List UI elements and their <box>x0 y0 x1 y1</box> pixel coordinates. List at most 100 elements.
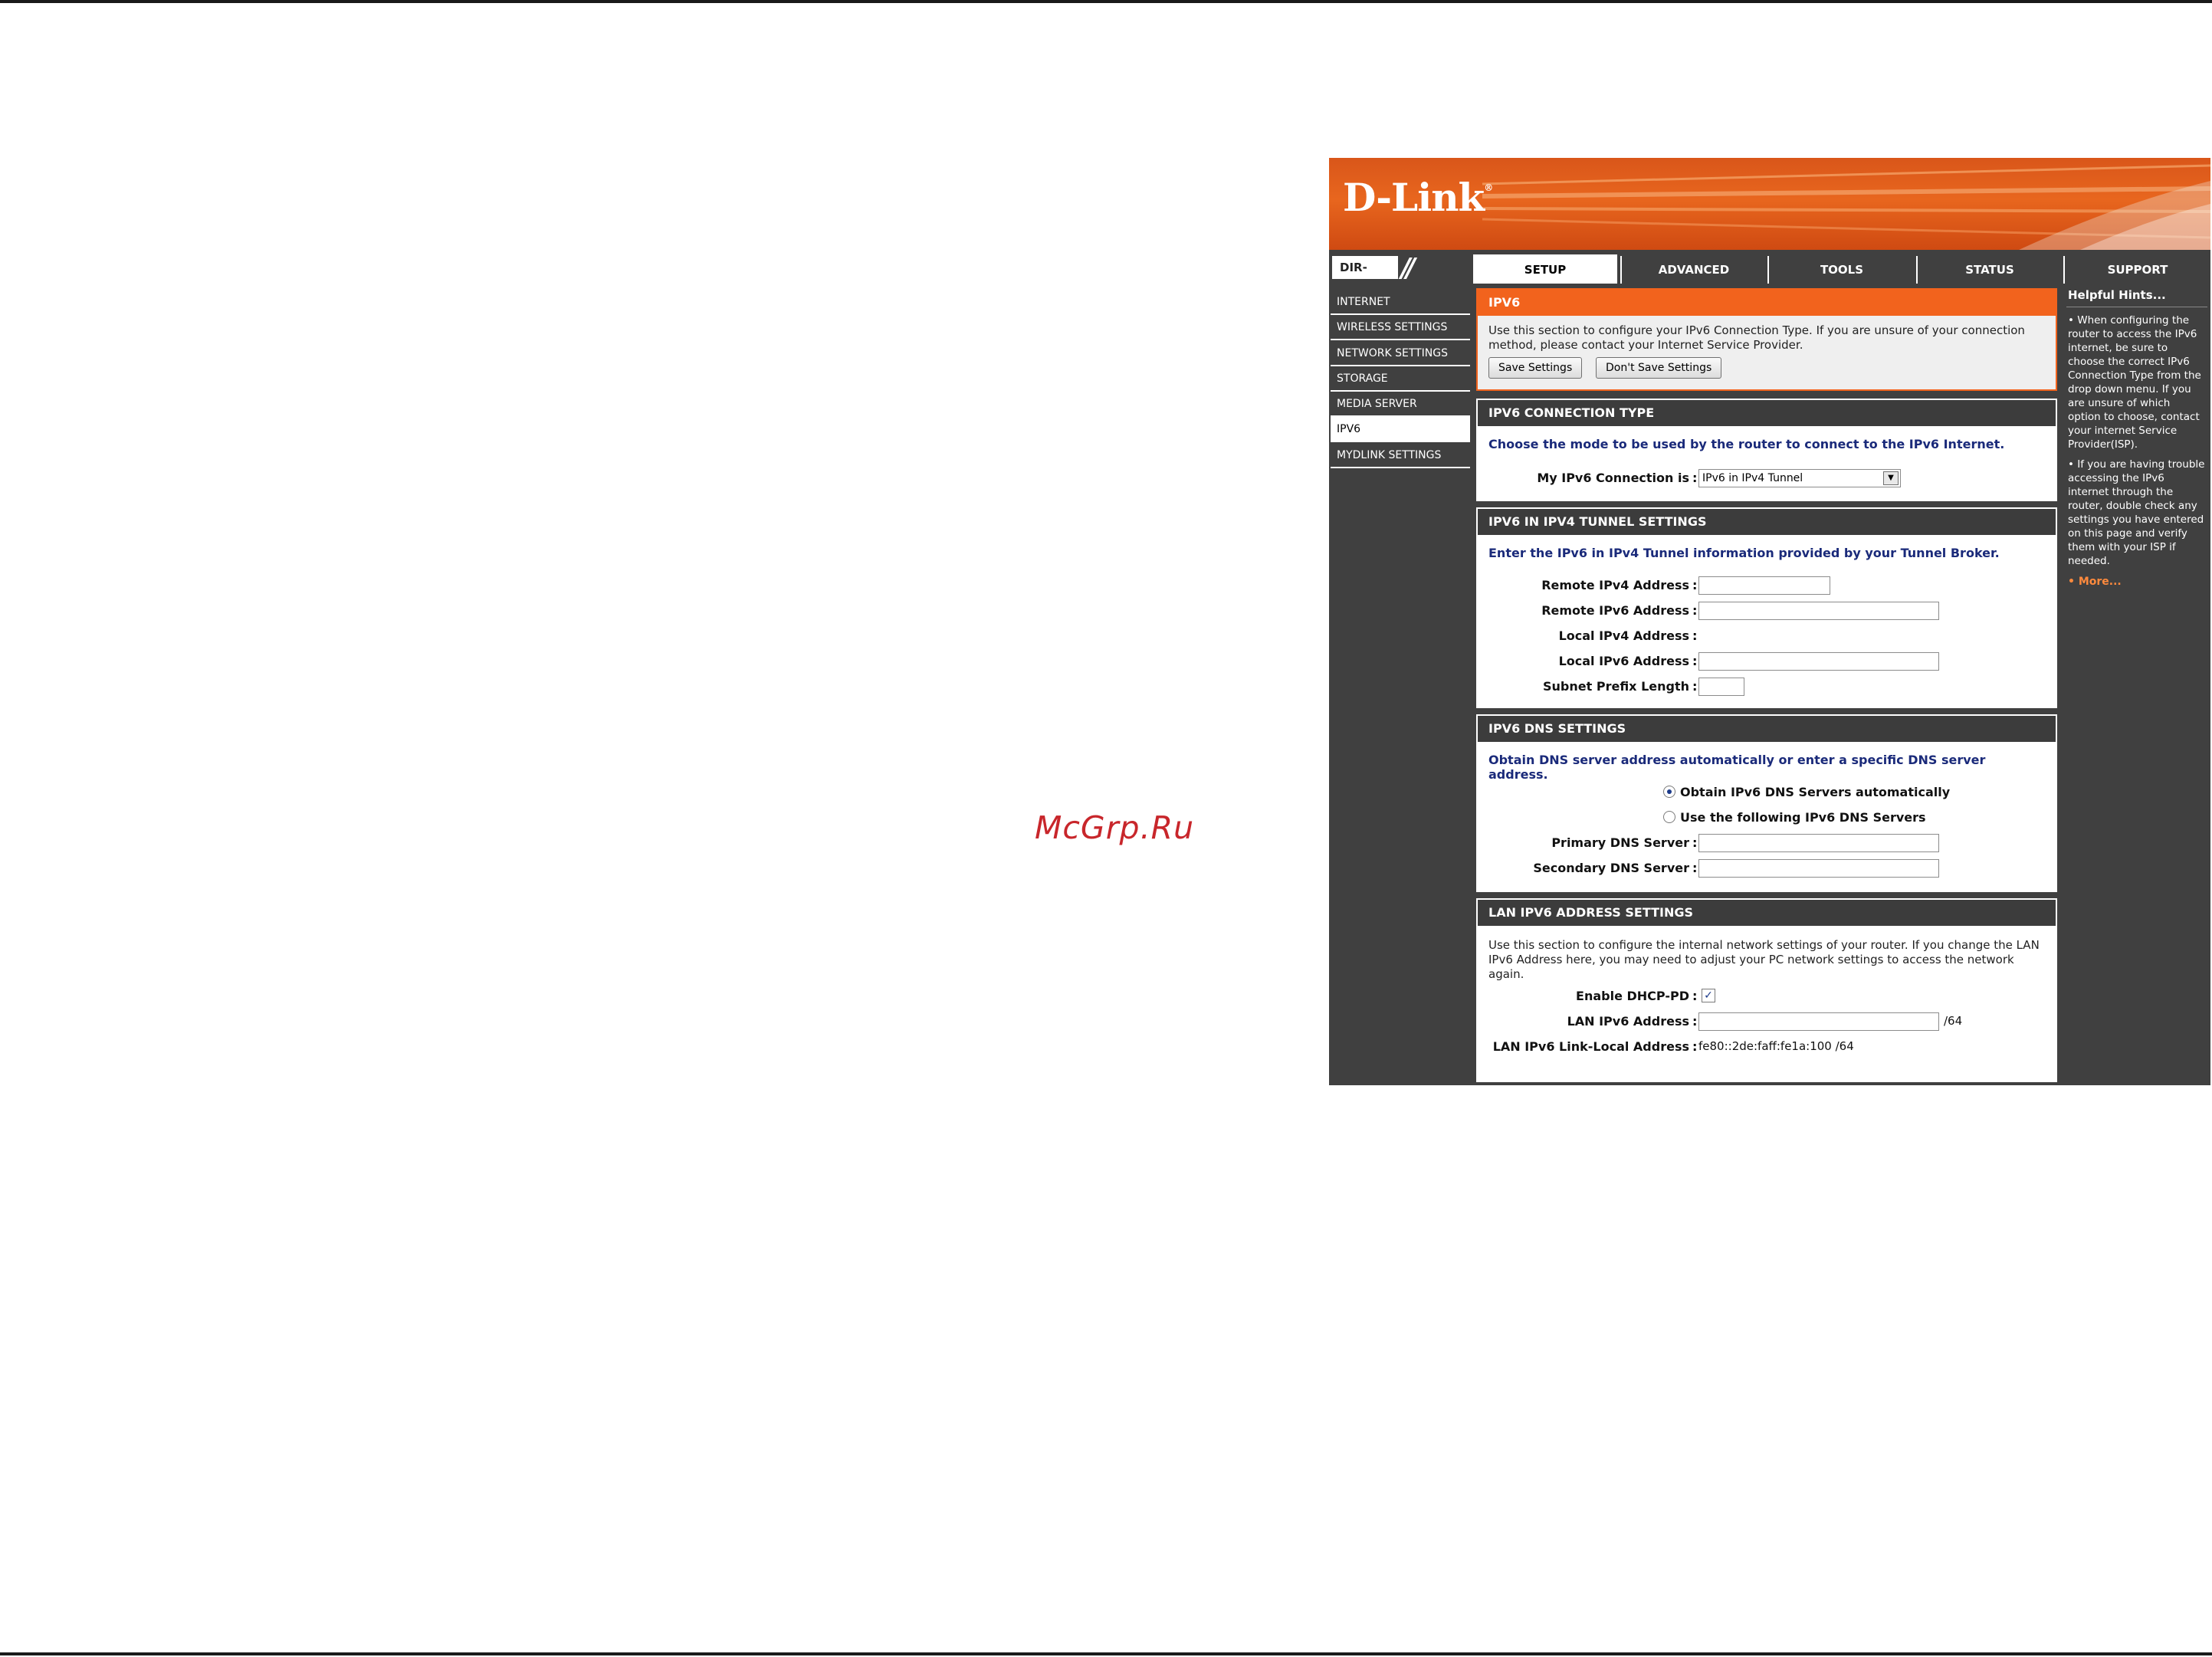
remote-ipv6-label: Remote IPv6 Address <box>1541 603 1689 618</box>
tab-setup[interactable]: SETUP <box>1473 254 1617 284</box>
colon: : <box>1692 861 1698 875</box>
lan-prefix-suffix: /64 <box>1944 1014 1963 1028</box>
connection-row: My IPv6 Connection is : IPv6 in IPv4 Tun… <box>1478 468 2056 487</box>
lan-ipv6-section: LAN IPV6 ADDRESS SETTINGS Use this secti… <box>1476 898 2057 1082</box>
helpful-hints-panel: Helpful Hints... • When configuring the … <box>2063 284 2210 1085</box>
ipv6-intro-section: IPV6 Use this section to configure your … <box>1476 288 2057 391</box>
page-top-rule <box>0 0 2212 3</box>
colon: : <box>1692 1014 1698 1029</box>
dns-section: IPV6 DNS SETTINGS Obtain DNS server addr… <box>1476 714 2057 892</box>
model-slash-icon: // <box>1401 253 1416 284</box>
remote-ipv6-input[interactable] <box>1698 602 1939 620</box>
sidebar-item-storage[interactable]: STORAGE <box>1331 366 1470 392</box>
colon: : <box>1692 989 1698 1003</box>
main-content: IPV6 Use this section to configure your … <box>1475 284 2059 1085</box>
lan-ipv6-address-input[interactable] <box>1698 1012 1939 1031</box>
connection-label: My IPv6 Connection is <box>1537 471 1689 485</box>
tab-advanced[interactable]: ADVANCED <box>1620 256 1766 284</box>
remote-ipv6-row: Remote IPv6 Address : <box>1478 600 2056 620</box>
colon: : <box>1692 1039 1698 1054</box>
sidebar-item-media-server[interactable]: MEDIA SERVER <box>1331 392 1470 417</box>
dns-manual-row: Use the following IPv6 DNS Servers <box>1478 807 2056 827</box>
colon: : <box>1692 578 1698 592</box>
tab-tools[interactable]: TOOLS <box>1767 256 1915 284</box>
router-admin-screenshot: D-Link® DIR-860L // SETUP ADVANCED TOOLS… <box>1329 158 2210 1085</box>
top-tabs: DIR-860L // SETUP ADVANCED TOOLS STATUS … <box>1329 250 2210 297</box>
page-bottom-rule <box>0 1652 2212 1655</box>
tab-status[interactable]: STATUS <box>1916 256 2062 284</box>
prefix-length-input[interactable] <box>1698 678 1744 696</box>
prefix-row: Subnet Prefix Length : <box>1478 676 2056 696</box>
remote-ipv4-input[interactable] <box>1698 576 1830 595</box>
sidebar-item-internet[interactable]: INTERNET <box>1331 290 1470 315</box>
secondary-dns-input[interactable] <box>1698 859 1939 878</box>
lan-address-row: LAN IPv6 Address : /64 <box>1478 1011 2056 1031</box>
primary-dns-row: Primary DNS Server : <box>1478 832 2056 852</box>
colon: : <box>1692 628 1698 643</box>
section-title-tunnel: IPV6 IN IPV4 TUNNEL SETTINGS <box>1478 509 2056 535</box>
dns-manual-radio[interactable] <box>1663 811 1675 823</box>
tunnel-section: IPV6 IN IPV4 TUNNEL SETTINGS Enter the I… <box>1476 507 2057 708</box>
local-ipv6-label: Local IPv6 Address <box>1558 654 1689 668</box>
chevron-down-icon[interactable]: ▼ <box>1883 471 1899 485</box>
local-ipv6-row: Local IPv6 Address : <box>1478 651 2056 671</box>
remote-ipv4-row: Remote IPv4 Address : <box>1478 575 2056 595</box>
hint-item: • If you are having trouble accessing th… <box>2068 458 2205 567</box>
dlink-banner: D-Link® <box>1329 158 2210 250</box>
ipv6-description: Use this section to configure your IPv6 … <box>1488 323 2025 352</box>
watermark: McGrp.Ru <box>1035 809 1195 846</box>
hint-item: • When configuring the router to access … <box>2068 314 2201 451</box>
sidebar-item-network-settings[interactable]: NETWORK SETTINGS <box>1331 341 1470 366</box>
connection-type-selected: IPv6 in IPv4 Tunnel <box>1702 472 1803 484</box>
dhcp-pd-row: Enable DHCP-PD : ✓ <box>1478 986 2056 1006</box>
colon: : <box>1692 654 1698 668</box>
sidebar: INTERNET WIRELESS SETTINGS NETWORK SETTI… <box>1329 284 1470 1085</box>
hints-more-link[interactable]: • More... <box>2063 573 2210 591</box>
link-local-value: fe80::2de:faff:fe1a:100 /64 <box>1698 1039 1854 1053</box>
section-title-ipv6: IPV6 <box>1478 290 2056 316</box>
model-badge: DIR-860L // <box>1331 253 1469 297</box>
hint-text: If you are having trouble accessing the … <box>2068 458 2205 567</box>
dns-lead: Obtain DNS server address automatically … <box>1488 753 1986 782</box>
colon: : <box>1692 603 1698 618</box>
connection-type-select[interactable]: IPv6 in IPv4 Tunnel ▼ <box>1698 469 1901 487</box>
registered-mark: ® <box>1484 182 1493 193</box>
connection-type-lead: Choose the mode to be used by the router… <box>1488 437 2005 451</box>
lan-address-label: LAN IPv6 Address <box>1567 1014 1689 1029</box>
link-local-row: LAN IPv6 Link-Local Address : fe80::2de:… <box>1478 1036 2056 1056</box>
dhcp-pd-checkbox[interactable]: ✓ <box>1702 989 1715 1002</box>
secondary-dns-row: Secondary DNS Server : <box>1478 858 2056 878</box>
sidebar-item-wireless-settings[interactable]: WIRELESS SETTINGS <box>1331 315 1470 340</box>
hint-text: When configuring the router to access th… <box>2068 314 2201 451</box>
logo-text: D-Link <box>1343 175 1485 220</box>
colon: : <box>1692 679 1698 694</box>
section-title-lan-ipv6: LAN IPV6 ADDRESS SETTINGS <box>1478 900 2056 926</box>
connection-type-section: IPV6 CONNECTION TYPE Choose the mode to … <box>1476 399 2057 501</box>
dlink-logo[interactable]: D-Link® <box>1343 175 1493 220</box>
link-local-label: LAN IPv6 Link-Local Address <box>1492 1039 1689 1054</box>
primary-dns-label: Primary DNS Server <box>1551 835 1689 850</box>
dns-auto-radio[interactable] <box>1663 786 1675 798</box>
local-ipv6-input[interactable] <box>1698 652 1939 671</box>
dns-auto-row: Obtain IPv6 DNS Servers automatically <box>1478 782 2056 802</box>
section-title-dns: IPV6 DNS SETTINGS <box>1478 716 2056 742</box>
tab-support[interactable]: SUPPORT <box>2063 256 2210 284</box>
secondary-dns-label: Secondary DNS Server <box>1533 861 1689 875</box>
local-ipv4-label: Local IPv4 Address <box>1558 628 1689 643</box>
dns-auto-label: Obtain IPv6 DNS Servers automatically <box>1680 785 1951 799</box>
tunnel-lead: Enter the IPv6 in IPv4 Tunnel informatio… <box>1488 546 2000 560</box>
sidebar-item-ipv6[interactable]: IPV6 <box>1331 417 1470 442</box>
sidebar-item-mydlink-settings[interactable]: MYDLINK SETTINGS <box>1331 443 1470 468</box>
prefix-label: Subnet Prefix Length <box>1543 679 1689 694</box>
colon: : <box>1692 835 1698 850</box>
save-settings-button[interactable]: Save Settings <box>1488 357 1583 379</box>
dont-save-settings-button[interactable]: Don't Save Settings <box>1596 357 1722 379</box>
dhcp-pd-label: Enable DHCP-PD <box>1576 989 1689 1003</box>
more-link-text[interactable]: More... <box>2079 576 2122 588</box>
section-title-connection-type: IPV6 CONNECTION TYPE <box>1478 400 2056 426</box>
primary-dns-input[interactable] <box>1698 834 1939 852</box>
model-label: DIR-860L <box>1331 254 1400 297</box>
colon: : <box>1692 471 1698 485</box>
local-ipv4-row: Local IPv4 Address : <box>1478 625 2056 645</box>
lan-description: Use this section to configure the intern… <box>1488 938 2040 981</box>
